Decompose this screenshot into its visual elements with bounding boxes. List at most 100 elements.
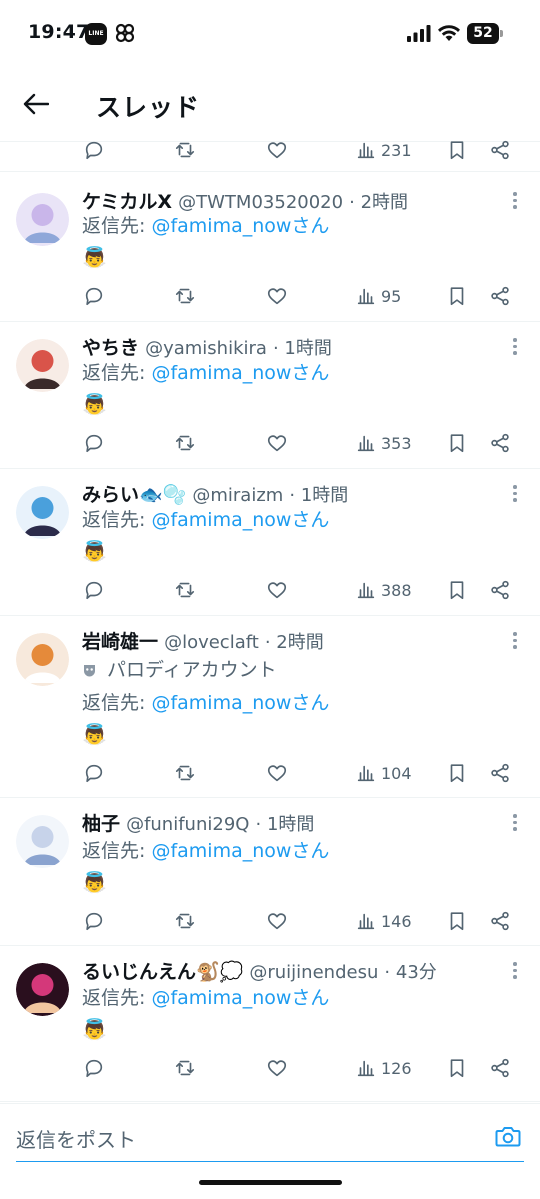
timestamp[interactable]: · 43分: [384, 962, 436, 983]
tweet[interactable]: やちき @yamishikira · 1時間 返信先: @famima_nowさ…: [0, 323, 540, 469]
more-options-button[interactable]: [512, 814, 518, 834]
repost-button[interactable]: [174, 759, 196, 787]
tweet[interactable]: 岩崎雄一 @loveclaft · 2時間 パロディアカウント 返信先: @fam…: [0, 617, 540, 798]
reply-button[interactable]: [83, 907, 105, 935]
tweet[interactable]: ケミカルX @TWTM03520020 · 2時間 返信先: @famima_n…: [0, 177, 540, 322]
like-button[interactable]: [266, 429, 288, 457]
handle[interactable]: @yamishikira: [145, 338, 267, 359]
avatar[interactable]: [16, 815, 69, 868]
reply-button[interactable]: [83, 759, 105, 787]
like-button[interactable]: [266, 907, 288, 935]
views-button[interactable]: 231: [355, 136, 412, 164]
share-button[interactable]: [489, 759, 511, 787]
timestamp[interactable]: · 1時間: [289, 485, 348, 506]
more-options-button[interactable]: [512, 962, 518, 982]
mention-link[interactable]: @famima_nowさん: [151, 509, 329, 531]
like-button[interactable]: [266, 282, 288, 310]
mention-link[interactable]: @famima_nowさん: [151, 692, 329, 714]
like-button[interactable]: [266, 576, 288, 604]
handle[interactable]: @TWTM03520020: [178, 192, 343, 213]
reply-button[interactable]: [83, 1054, 105, 1082]
share-icon: [491, 911, 509, 931]
share-button[interactable]: [489, 1054, 511, 1082]
tweet[interactable]: るいじんえん🐒💭 @ruijinendesu · 43分 返信先: @famim…: [0, 947, 540, 1102]
repost-button[interactable]: [174, 429, 196, 457]
share-button[interactable]: [489, 429, 511, 457]
timestamp[interactable]: · 1時間: [273, 338, 332, 359]
reply-icon: [85, 1059, 103, 1078]
threads-app-icon: [115, 23, 135, 43]
share-button[interactable]: [489, 282, 511, 310]
like-button[interactable]: [266, 136, 288, 164]
views-button[interactable]: 353: [355, 429, 412, 457]
reply-button[interactable]: [83, 576, 105, 604]
camera-icon[interactable]: [494, 1122, 522, 1150]
mention-link[interactable]: @famima_nowさん: [151, 840, 329, 862]
bookmark-button[interactable]: [446, 429, 468, 457]
more-options-button[interactable]: [512, 338, 518, 358]
tweet[interactable]: みらい🐟🫧 @miraizm · 1時間 返信先: @famima_nowさん 👼…: [0, 470, 540, 616]
bookmark-button[interactable]: [446, 759, 468, 787]
share-button[interactable]: [489, 576, 511, 604]
handle[interactable]: @ruijinendesu: [249, 962, 378, 983]
avatar[interactable]: [16, 486, 69, 539]
view-count: 126: [381, 1058, 412, 1078]
like-button[interactable]: [266, 1054, 288, 1082]
timestamp[interactable]: · 2時間: [265, 632, 324, 653]
views-button[interactable]: 95: [355, 282, 401, 310]
more-options-button[interactable]: [512, 485, 518, 505]
mention-link[interactable]: @famima_nowさん: [151, 362, 329, 384]
back-button[interactable]: [18, 86, 54, 122]
tweet[interactable]: 柚子 @funifuni29Q · 1時間 返信先: @famima_nowさん…: [0, 799, 540, 946]
repost-icon: [175, 435, 195, 451]
views-button[interactable]: 104: [355, 759, 412, 787]
bookmark-button[interactable]: [446, 282, 468, 310]
avatar[interactable]: [16, 339, 69, 392]
bookmark-button[interactable]: [446, 1054, 468, 1082]
repost-button[interactable]: [174, 576, 196, 604]
reply-button[interactable]: [83, 136, 105, 164]
more-options-button[interactable]: [512, 192, 518, 212]
display-name[interactable]: るいじんえん🐒💭: [82, 961, 243, 983]
handle[interactable]: @loveclaft: [164, 632, 259, 653]
timestamp[interactable]: · 1時間: [256, 814, 315, 835]
display-name[interactable]: 柚子: [82, 813, 120, 835]
tweet-text: 👼: [82, 245, 107, 269]
reply-button[interactable]: [83, 429, 105, 457]
views-button[interactable]: 388: [355, 576, 412, 604]
repost-button[interactable]: [174, 282, 196, 310]
handle[interactable]: @miraizm: [192, 485, 283, 506]
battery-tip: [500, 30, 503, 37]
reply-context: 返信先: @famima_nowさん: [82, 838, 329, 864]
display-name[interactable]: みらい🐟🫧: [82, 484, 186, 506]
repost-button[interactable]: [174, 1054, 196, 1082]
bookmark-button[interactable]: [446, 136, 468, 164]
like-button[interactable]: [266, 759, 288, 787]
analytics-icon: [357, 142, 375, 159]
repost-button[interactable]: [174, 907, 196, 935]
display-name[interactable]: やちき: [82, 337, 139, 359]
share-button[interactable]: [489, 136, 511, 164]
avatar[interactable]: [16, 193, 69, 246]
timestamp[interactable]: · 2時間: [349, 192, 408, 213]
bookmark-button[interactable]: [446, 576, 468, 604]
views-button[interactable]: 146: [355, 907, 412, 935]
reply-prefix: 返信先:: [82, 215, 152, 237]
handle[interactable]: @funifuni29Q: [126, 814, 249, 835]
more-options-button[interactable]: [512, 632, 518, 652]
avatar[interactable]: [16, 963, 69, 1016]
display-name[interactable]: 岩崎雄一: [82, 631, 158, 653]
share-button[interactable]: [489, 907, 511, 935]
avatar[interactable]: [16, 633, 69, 686]
mention-link[interactable]: @famima_nowさん: [151, 215, 329, 237]
reply-button[interactable]: [83, 282, 105, 310]
bookmark-button[interactable]: [446, 907, 468, 935]
display-name[interactable]: ケミカルX: [82, 191, 172, 213]
views-button[interactable]: 126: [355, 1054, 412, 1082]
repost-button[interactable]: [174, 136, 196, 164]
reply-input[interactable]: 返信をポスト: [16, 1118, 524, 1162]
analytics-icon: [357, 913, 375, 930]
mention-link[interactable]: @famima_nowさん: [151, 987, 329, 1009]
heart-icon: [267, 142, 287, 159]
home-indicator: [199, 1180, 342, 1185]
